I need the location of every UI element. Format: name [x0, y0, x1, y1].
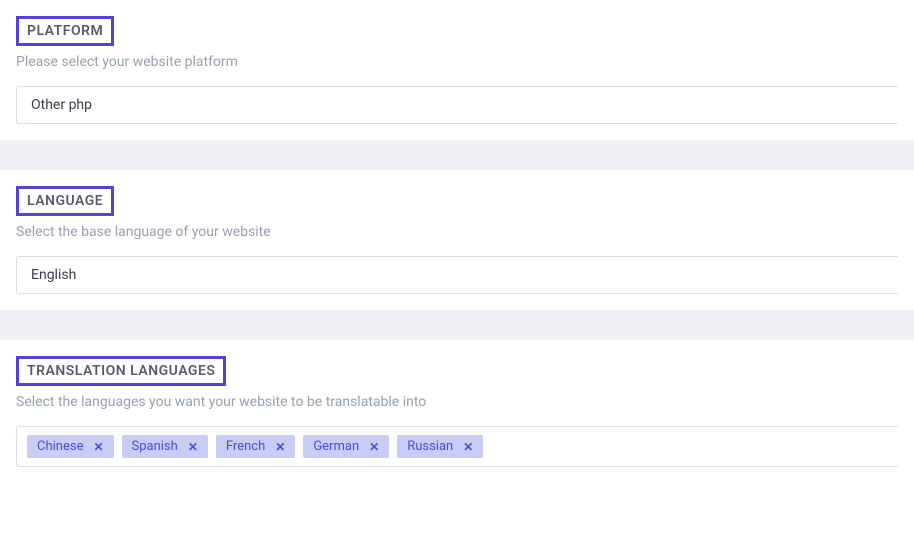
remove-tag-icon[interactable]: ✕ [93, 440, 103, 454]
language-tag[interactable]: Chinese ✕ [27, 435, 114, 458]
platform-select[interactable]: Other php [16, 86, 898, 124]
language-tag[interactable]: German ✕ [303, 435, 389, 458]
language-tag-label: Russian [407, 439, 453, 454]
translation-section: TRANSLATION LANGUAGES Select the languag… [0, 340, 914, 483]
language-section: LANGUAGE Select the base language of you… [0, 170, 914, 310]
remove-tag-icon[interactable]: ✕ [188, 440, 198, 454]
platform-title: PLATFORM [16, 16, 114, 46]
separator [0, 140, 914, 170]
language-tag-label: French [226, 439, 265, 454]
separator [0, 310, 914, 340]
remove-tag-icon[interactable]: ✕ [275, 440, 285, 454]
remove-tag-icon[interactable]: ✕ [369, 440, 379, 454]
platform-subtitle: Please select your website platform [16, 54, 898, 70]
translation-tags-input[interactable]: Chinese ✕ Spanish ✕ French ✕ German ✕ Ru… [16, 426, 898, 467]
language-tag[interactable]: Russian ✕ [397, 435, 483, 458]
platform-section: PLATFORM Please select your website plat… [0, 0, 914, 140]
language-tag-label: Chinese [37, 439, 83, 454]
translation-title: TRANSLATION LANGUAGES [16, 356, 226, 386]
language-tag-label: German [313, 439, 359, 454]
language-subtitle: Select the base language of your website [16, 224, 898, 240]
language-tag-label: Spanish [132, 439, 178, 454]
remove-tag-icon[interactable]: ✕ [463, 440, 473, 454]
language-tag[interactable]: Spanish ✕ [122, 435, 208, 458]
translation-subtitle: Select the languages you want your websi… [16, 394, 898, 410]
language-select[interactable]: English [16, 256, 898, 294]
language-title: LANGUAGE [16, 186, 114, 216]
language-tag[interactable]: French ✕ [216, 435, 295, 458]
